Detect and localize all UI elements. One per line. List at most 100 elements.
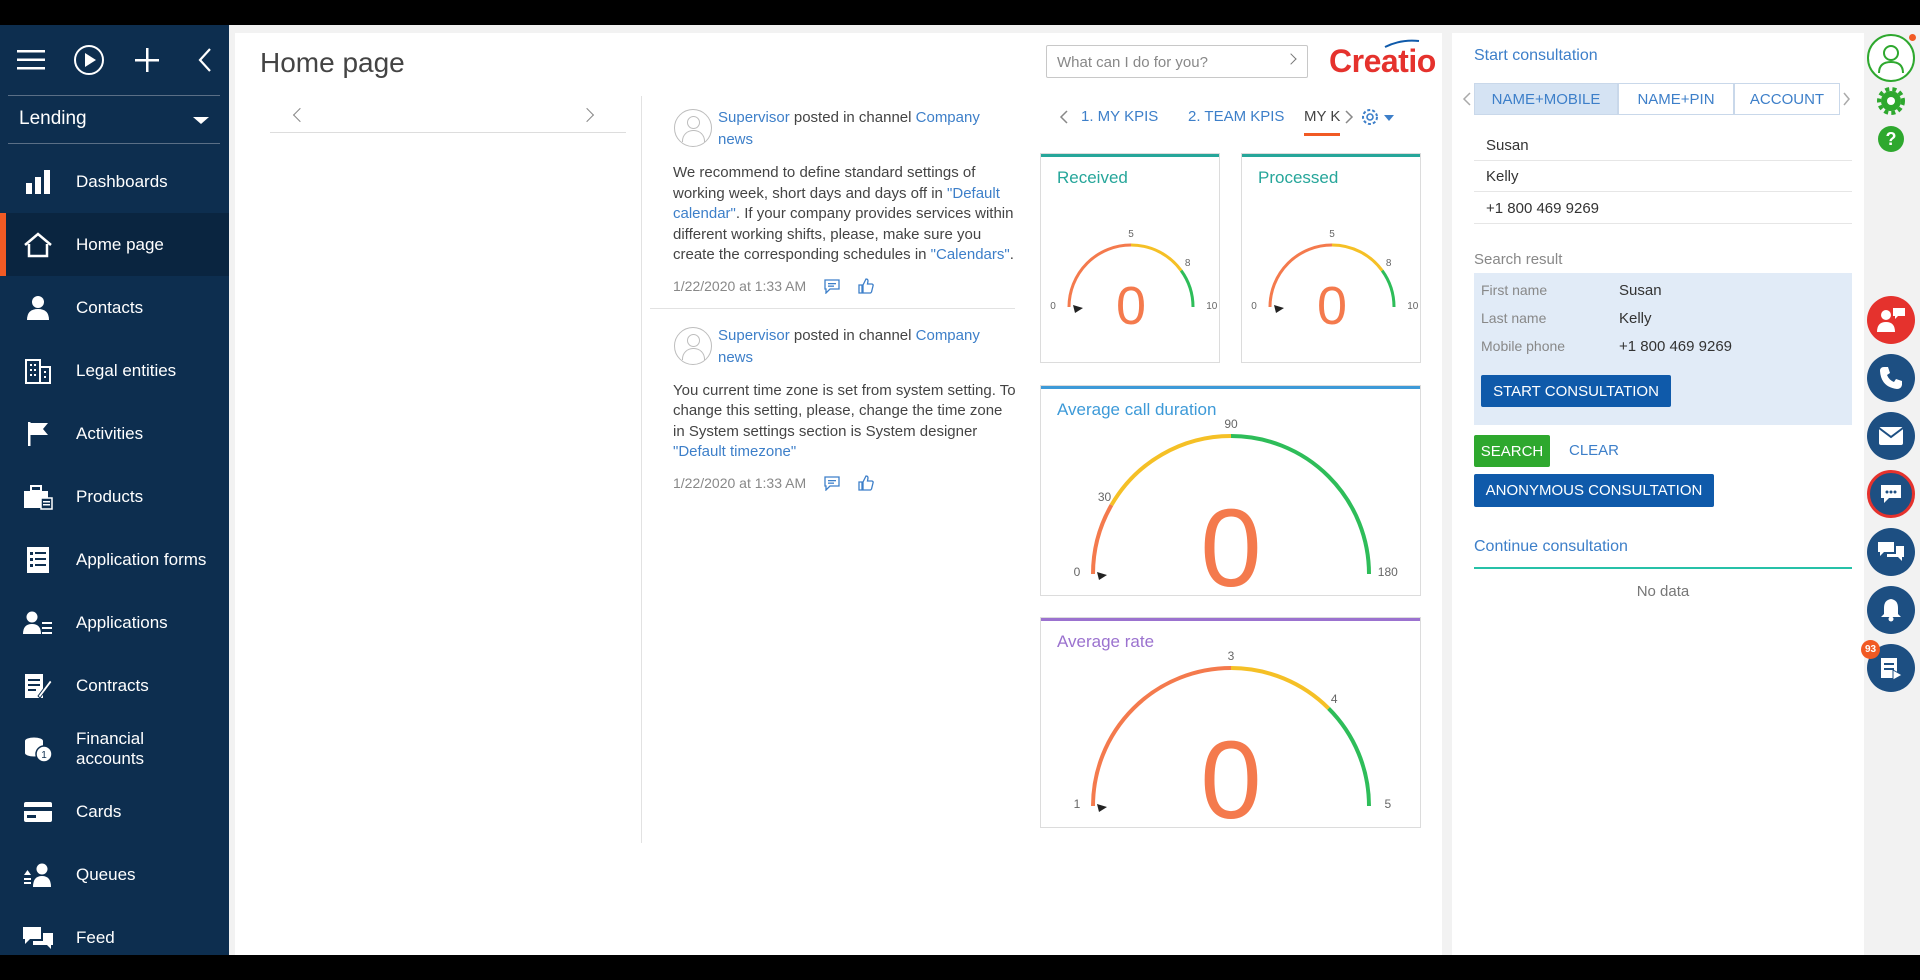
sidebar-item-cards[interactable]: Cards — [0, 780, 229, 843]
anonymous-consultation-button[interactable]: ANONYMOUS CONSULTATION — [1474, 474, 1714, 507]
sidebar-item-dashboards[interactable]: Dashboards — [0, 150, 229, 213]
gauge-tick-label: 30 — [1098, 490, 1112, 504]
sidebar-item-application-forms[interactable]: Application forms — [0, 528, 229, 591]
comment-icon[interactable] — [824, 278, 840, 294]
post-author[interactable]: Supervisor — [718, 327, 790, 344]
email-button[interactable] — [1867, 412, 1915, 460]
result-value: Kelly — [1619, 310, 1652, 327]
chevron-right-icon[interactable] — [579, 107, 595, 123]
sidebar-item-legal-entities[interactable]: Legal entities — [0, 339, 229, 402]
play-icon[interactable] — [72, 43, 106, 77]
post-link[interactable]: "Default timezone" — [673, 443, 796, 460]
search-result-label: Search result — [1474, 251, 1563, 268]
profile-avatar[interactable] — [1867, 34, 1916, 82]
gauge-value: 0 — [1200, 487, 1261, 597]
tab-name-pin[interactable]: NAME+PIN — [1618, 83, 1734, 115]
communication-panel: ? 93 — [1861, 25, 1920, 955]
tab-my-kpis[interactable]: 1. MY KPIS — [1081, 108, 1158, 125]
like-icon[interactable] — [858, 474, 874, 491]
chat-icon — [1881, 485, 1901, 503]
sidebar-item-contacts[interactable]: Contacts — [0, 276, 229, 339]
chevron-left-icon[interactable] — [292, 107, 308, 123]
post-text: We recommend to define standard settings… — [673, 164, 976, 202]
gauge-tick-label: 180 — [1378, 565, 1398, 579]
collapse-icon[interactable] — [188, 43, 222, 77]
widget-received[interactable]: Received 0 5 8 10 0 — [1040, 153, 1220, 363]
sidebar-item-contracts[interactable]: Contracts — [0, 654, 229, 717]
menu-icon[interactable] — [14, 43, 48, 77]
sidebar-item-applications[interactable]: Applications — [0, 591, 229, 654]
workspace-select[interactable]: Lending — [0, 96, 229, 142]
sidebar: Lending Dashboards Home page Contacts Le… — [0, 25, 229, 955]
sidebar-item-activities[interactable]: Activities — [0, 402, 229, 465]
plus-icon[interactable] — [130, 43, 164, 77]
widget-processed[interactable]: Processed 0 5 8 10 0 — [1241, 153, 1421, 363]
last-name-field[interactable]: Kelly — [1474, 161, 1852, 192]
bottom-black-bar — [0, 955, 1920, 980]
svg-text:?: ? — [1886, 129, 1897, 149]
sidebar-item-label: Contracts — [76, 675, 149, 695]
notification-badge: 93 — [1861, 640, 1880, 659]
calendar-navigation — [270, 100, 626, 133]
tab-account[interactable]: ACCOUNT — [1734, 83, 1840, 115]
mobile-phone-field[interactable]: +1 800 469 9269 — [1474, 193, 1852, 224]
chevron-down-icon[interactable] — [1384, 115, 1394, 121]
gauge-segment — [1327, 707, 1371, 807]
post-meta: 1/22/2020 at 1:33 AM — [673, 278, 1030, 294]
gauge-tick-label: 0 — [1251, 301, 1257, 312]
tab-name-mobile[interactable]: NAME+MOBILE — [1474, 83, 1618, 115]
post-author[interactable]: Supervisor — [718, 109, 790, 126]
comment-icon[interactable] — [824, 475, 840, 491]
help-button[interactable]: ? — [1867, 121, 1915, 157]
sidebar-item-products[interactable]: Products — [0, 465, 229, 528]
first-name-field[interactable]: Susan — [1474, 130, 1852, 161]
chevron-right-icon[interactable] — [1285, 53, 1297, 65]
kpi-tabs: 1. MY KPIS 2. TEAM KPIS MY K — [1059, 96, 1409, 136]
gear-icon[interactable] — [1359, 106, 1381, 128]
search-button[interactable]: SEARCH — [1474, 435, 1550, 467]
sidebar-item-label: Legal entities — [76, 360, 177, 380]
post-header: Supervisor posted in channel Company new… — [718, 321, 1018, 369]
result-label: First name — [1481, 282, 1548, 298]
chevron-right-icon[interactable] — [1344, 110, 1354, 124]
home-icon — [22, 229, 54, 261]
avatar[interactable] — [674, 109, 712, 147]
tasks-button[interactable]: 93 — [1861, 640, 1915, 692]
notifications-button[interactable] — [1867, 586, 1915, 634]
phone-icon — [1880, 367, 1902, 389]
tab-team-kpis[interactable]: 2. TEAM KPIS — [1188, 108, 1284, 125]
sidebar-toolbar — [0, 25, 229, 95]
command-line[interactable]: What can I do for you? — [1046, 45, 1308, 78]
chat-button[interactable] — [1867, 470, 1915, 518]
status-dot — [1909, 34, 1916, 41]
sidebar-item-feed[interactable]: Feed — [0, 906, 229, 955]
sidebar-item-financial-accounts[interactable]: 1 Financial accounts — [0, 717, 229, 780]
chevron-right-icon[interactable] — [1842, 92, 1850, 106]
sidebar-item-label: Feed — [76, 927, 115, 947]
like-icon[interactable] — [858, 277, 874, 294]
sidebar-nav: Dashboards Home page Contacts Legal enti… — [0, 150, 229, 955]
avatar[interactable] — [674, 326, 712, 365]
post-link[interactable]: "Calendars" — [931, 246, 1010, 263]
post-text: You current time zone is set from system… — [673, 381, 1016, 440]
feed-button[interactable] — [1867, 528, 1915, 576]
tab-my-k[interactable]: MY K — [1304, 108, 1341, 136]
chevron-left-icon[interactable] — [1059, 110, 1069, 124]
settings-button[interactable] — [1867, 83, 1915, 119]
person-chat-icon — [1877, 308, 1905, 332]
clear-button[interactable]: CLEAR — [1569, 442, 1619, 459]
sidebar-item-label: Products — [76, 486, 144, 506]
chevron-left-icon[interactable] — [1462, 92, 1472, 106]
start-consultation-button[interactable]: START CONSULTATION — [1481, 375, 1671, 407]
sidebar-item-label: Contacts — [76, 297, 144, 317]
ccc-button[interactable] — [1867, 296, 1915, 344]
post-body: We recommend to define standard settings… — [673, 163, 1018, 266]
gauge-chart: 0 5 8 10 0 — [1251, 229, 1419, 336]
sidebar-item-queues[interactable]: Queues — [0, 843, 229, 906]
gauge-value: 0 — [1200, 719, 1261, 829]
widget-average-call-duration[interactable]: Average call duration 0 30 90 180 0 — [1040, 385, 1421, 597]
gauge-chart: 0 30 90 180 0 — [1074, 417, 1398, 597]
widget-average-rate[interactable]: Average rate 13450 — [1040, 617, 1421, 829]
phone-button[interactable] — [1867, 354, 1915, 402]
sidebar-item-home-page[interactable]: Home page — [0, 213, 229, 276]
